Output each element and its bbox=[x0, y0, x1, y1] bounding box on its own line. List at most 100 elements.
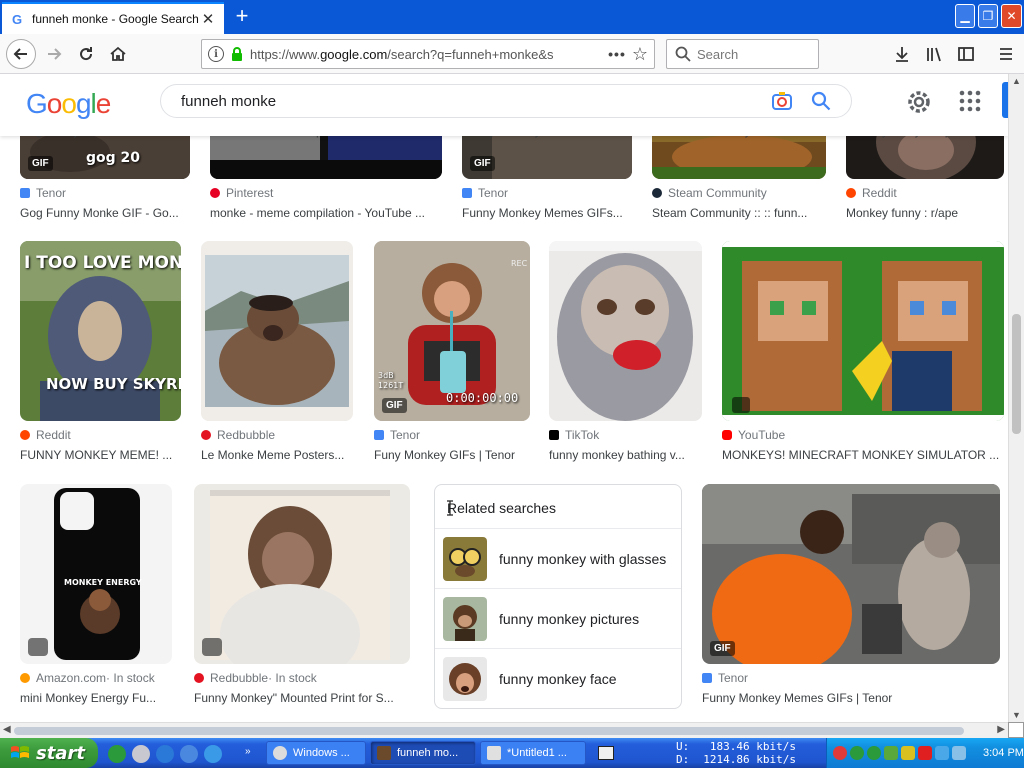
result-thumbnail[interactable]: MONKEY ENERGY bbox=[20, 484, 172, 664]
taskbar-item-firefox[interactable]: funneh mo... bbox=[370, 741, 476, 765]
media-player-icon[interactable] bbox=[204, 745, 222, 763]
window-minimize-button[interactable]: ▁ bbox=[955, 4, 975, 28]
google-apps-grid-icon[interactable] bbox=[958, 89, 982, 113]
download-speed: 1214.86 kbit/s bbox=[703, 753, 796, 766]
tray-network-icon[interactable] bbox=[884, 746, 898, 760]
related-search-text[interactable]: funny monkey face bbox=[499, 671, 617, 687]
tray-shield-icon[interactable] bbox=[901, 746, 915, 760]
quicklaunch-icon[interactable] bbox=[132, 745, 150, 763]
clock[interactable]: 3:04 PM bbox=[983, 747, 1024, 759]
tray-volume-icon[interactable] bbox=[952, 746, 966, 760]
address-bar[interactable]: i https://www.google.com/search?q=funneh… bbox=[201, 39, 655, 69]
app-menu-button[interactable] bbox=[994, 42, 1018, 66]
windows-taskbar: start » Windows ... funneh mo... *Untitl… bbox=[0, 738, 1024, 768]
scroll-right-arrow-icon[interactable]: ▶ bbox=[997, 724, 1005, 735]
browser-tab[interactable]: G funneh monke - Google Search ✕ bbox=[2, 2, 224, 34]
camera-search-icon[interactable] bbox=[771, 90, 793, 112]
bookmark-star-icon[interactable]: ☆ bbox=[632, 44, 648, 65]
related-search-item[interactable]: funny monkey pictures bbox=[435, 589, 681, 649]
sidebar-toggle-button[interactable] bbox=[954, 42, 978, 66]
google-logo[interactable]: Google bbox=[26, 88, 116, 122]
browser-search-box[interactable]: Search bbox=[666, 39, 819, 69]
horizontal-scroll-thumb[interactable] bbox=[14, 727, 964, 735]
result-thumbnail[interactable] bbox=[722, 241, 1004, 421]
image-result[interactable]: I TOO LOVE MONKI NOW BUY SKYRIM Reddit F… bbox=[20, 241, 181, 466]
page-actions-icon[interactable]: ••• bbox=[608, 46, 626, 62]
tenor-icon bbox=[20, 188, 30, 198]
settings-gear-icon[interactable] bbox=[906, 89, 932, 115]
window-close-button[interactable]: ✕ bbox=[1001, 4, 1022, 28]
tray-utorrent-icon[interactable] bbox=[867, 746, 881, 760]
desktop-icon[interactable] bbox=[180, 745, 198, 763]
tiktok-icon bbox=[549, 430, 559, 440]
site-info-icon[interactable]: i bbox=[208, 46, 224, 62]
result-source: Tenor bbox=[20, 186, 66, 200]
image-result[interactable]: GIF Tenor Funny Monkey Memes GIFs | Teno… bbox=[702, 484, 1000, 709]
related-searches-panel: Related searches funny monkey with glass… bbox=[434, 484, 682, 709]
tray-bluetooth-icon[interactable] bbox=[935, 746, 949, 760]
image-result[interactable]: REC 3dB 1261T 0:00:00:00 GIF Tenor Funy … bbox=[374, 241, 530, 466]
image-result[interactable]: MONKEY ENERGY Amazon.com · In stock mini… bbox=[20, 484, 172, 709]
quicklaunch-expand-icon[interactable]: » bbox=[245, 746, 251, 757]
result-thumbnail[interactable] bbox=[201, 241, 353, 421]
reload-button[interactable] bbox=[72, 40, 100, 68]
scroll-down-arrow-icon[interactable]: ▼ bbox=[1012, 710, 1021, 720]
result-title[interactable]: monke - meme compilation - YouTube ... bbox=[210, 206, 442, 220]
result-title[interactable]: Funny Monkey Memes GIFs | Tenor bbox=[702, 691, 1000, 705]
account-accent[interactable] bbox=[1002, 82, 1008, 118]
related-search-text[interactable]: funny monkey with glasses bbox=[499, 551, 666, 567]
logo-letter: G bbox=[26, 88, 48, 119]
upload-speed: 183.46 kbit/s bbox=[709, 740, 796, 753]
tray-utorrent-icon[interactable] bbox=[850, 746, 864, 760]
search-icon[interactable] bbox=[811, 91, 831, 111]
result-title[interactable]: Monkey funny : r/ape bbox=[846, 206, 1004, 220]
window-restore-button[interactable]: ❐ bbox=[978, 4, 998, 28]
related-search-item[interactable]: funny monkey face bbox=[435, 649, 681, 709]
tray-security-icon[interactable] bbox=[918, 746, 932, 760]
image-result[interactable]: YouTube MONKEYS! MINECRAFT MONKEY SIMULA… bbox=[722, 241, 1004, 466]
result-title[interactable]: Le Monke Meme Posters... bbox=[201, 448, 353, 462]
result-thumbnail[interactable] bbox=[549, 241, 702, 421]
vertical-scroll-thumb[interactable] bbox=[1012, 314, 1021, 434]
result-thumbnail[interactable] bbox=[194, 484, 410, 664]
taskbar-item-windows[interactable]: Windows ... bbox=[266, 741, 366, 765]
result-title[interactable]: MONKEYS! MINECRAFT MONKEY SIMULATOR ... bbox=[722, 448, 1004, 462]
internet-explorer-icon[interactable] bbox=[156, 745, 174, 763]
utorrent-icon[interactable] bbox=[108, 745, 126, 763]
result-title[interactable]: funny monkey bathing v... bbox=[549, 448, 702, 462]
result-title[interactable]: Gog Funny Monke GIF - Go... bbox=[20, 206, 190, 220]
home-button[interactable] bbox=[104, 40, 132, 68]
result-title[interactable]: mini Monkey Energy Fu... bbox=[20, 691, 172, 705]
downloads-button[interactable] bbox=[890, 42, 914, 66]
google-search-box[interactable]: funneh monke bbox=[160, 84, 852, 118]
result-thumbnail[interactable]: REC 3dB 1261T 0:00:00:00 GIF bbox=[374, 241, 530, 421]
related-search-item[interactable]: funny monkey with glasses bbox=[435, 529, 681, 589]
image-result[interactable]: Redbubble · In stock Funny Monkey" Mount… bbox=[194, 484, 410, 709]
result-title[interactable]: Funny Monkey Memes GIFs... bbox=[462, 206, 632, 220]
result-thumbnail[interactable]: GIF bbox=[702, 484, 1000, 664]
horizontal-scrollbar[interactable]: ◀ ▶ bbox=[0, 722, 1008, 738]
scroll-up-arrow-icon[interactable]: ▲ bbox=[1012, 76, 1021, 86]
result-title[interactable]: FUNNY MONKEY MEME! ... bbox=[20, 448, 181, 462]
search-query[interactable]: funneh monke bbox=[181, 93, 771, 110]
result-title[interactable]: Funy Monkey GIFs | Tenor bbox=[374, 448, 530, 462]
tab-close-icon[interactable]: ✕ bbox=[200, 10, 216, 28]
image-result[interactable]: Redbubble Le Monke Meme Posters... bbox=[201, 241, 353, 466]
new-tab-button[interactable]: + bbox=[230, 4, 254, 28]
keyboard-icon[interactable] bbox=[598, 746, 614, 760]
back-button[interactable] bbox=[6, 39, 36, 69]
scroll-left-arrow-icon[interactable]: ◀ bbox=[3, 724, 11, 735]
result-source: Tenor bbox=[702, 671, 748, 685]
result-thumbnail[interactable]: I TOO LOVE MONKI NOW BUY SKYRIM bbox=[20, 241, 181, 421]
forward-button[interactable] bbox=[40, 40, 68, 68]
related-search-text[interactable]: funny monkey pictures bbox=[499, 611, 639, 627]
tray-antivirus-icon[interactable] bbox=[833, 746, 847, 760]
result-title[interactable]: Steam Community :: :: funn... bbox=[652, 206, 826, 220]
result-title[interactable]: Funny Monkey" Mounted Print for S... bbox=[194, 691, 410, 705]
start-button[interactable]: start bbox=[0, 738, 98, 768]
vertical-scrollbar[interactable]: ▲ ▼ bbox=[1008, 74, 1024, 722]
library-button[interactable] bbox=[922, 42, 946, 66]
google-favicon-icon: G bbox=[11, 11, 23, 27]
image-result[interactable]: TikTok funny monkey bathing v... bbox=[549, 241, 702, 466]
taskbar-item-untitled[interactable]: *Untitled1 ... bbox=[480, 741, 586, 765]
